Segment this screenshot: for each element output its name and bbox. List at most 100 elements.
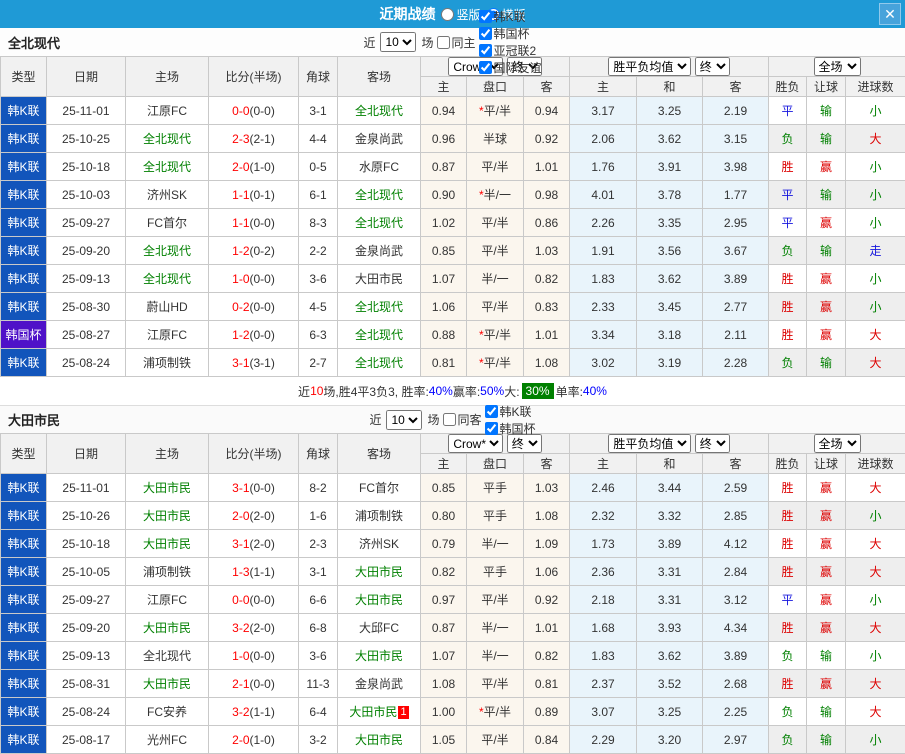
avg-stage-select[interactable]: 终 (695, 57, 730, 76)
corners-cell: 1-6 (299, 502, 338, 530)
match-row: 韩K联25-08-31大田市民2-1(0-0)11-3金泉尚武1.08平/半0.… (1, 670, 905, 698)
avg-draw-cell: 3.52 (637, 670, 703, 698)
date-cell: 25-11-01 (47, 97, 126, 125)
league-checkbox-input[interactable] (479, 44, 492, 57)
vertical-radio-input[interactable] (441, 8, 454, 21)
league-checkbox-input[interactable] (485, 422, 498, 435)
league-cell: 韩K联 (1, 474, 47, 502)
league-cell: 韩K联 (1, 586, 47, 614)
league-checkbox-input[interactable] (479, 10, 492, 23)
league-filter-checkbox[interactable]: 韩K联 (484, 403, 536, 420)
date-cell: 25-10-03 (47, 181, 126, 209)
handicap-cell: 平/半 (467, 670, 524, 698)
result-cell: 负 (769, 642, 807, 670)
odds-away-cell: 1.01 (524, 321, 570, 349)
handicap-cell: 半/一 (467, 642, 524, 670)
league-cell: 韩K联 (1, 558, 47, 586)
goals-cell: 小 (846, 209, 905, 237)
odds-company-select[interactable]: Crow* (448, 434, 503, 453)
avg-type-select[interactable]: 胜平负均值 (608, 434, 691, 453)
layout-radio-vertical[interactable]: 竖版 (441, 6, 480, 23)
handicap-result-cell: 赢 (807, 293, 846, 321)
league-checkbox-input[interactable] (485, 405, 498, 418)
avg-away-cell: 2.11 (703, 321, 769, 349)
handicap-cell: 半球 (467, 125, 524, 153)
home-team-cell: 全北现代 (126, 125, 209, 153)
home-team-cell: 江原FC (126, 97, 209, 125)
goals-cell: 小 (846, 586, 905, 614)
league-filter-checkbox[interactable]: 韩国杯 (478, 25, 542, 42)
col-date: 日期 (47, 57, 126, 97)
team1-filter-row: 全北现代 近 10 场 同主 韩K联韩国杯亚冠联2国际友谊 (0, 28, 905, 56)
home-team-cell: 全北现代 (126, 153, 209, 181)
home-team-cell: FC安养 (126, 698, 209, 726)
away-team-cell: 全北现代 (338, 97, 421, 125)
date-cell: 25-08-30 (47, 293, 126, 321)
handicap-cell: 半/一 (467, 530, 524, 558)
summary-segment: 场,胜4平3负3, 胜率: (323, 383, 428, 400)
home-team-cell: 大田市民 (126, 474, 209, 502)
league-filter-checkbox[interactable]: 国际友谊 (478, 59, 542, 76)
league-filter-checkbox[interactable]: 韩国杯 (484, 420, 536, 437)
result-cell: 负 (769, 237, 807, 265)
corners-cell: 3-2 (299, 726, 338, 754)
corners-cell: 8-3 (299, 209, 338, 237)
avg-home-cell: 3.02 (570, 349, 637, 377)
col-handicap-result: 让球 (807, 77, 846, 97)
avg-home-cell: 1.83 (570, 642, 637, 670)
goals-cell: 小 (846, 97, 905, 125)
avg-type-select[interactable]: 胜平负均值 (608, 57, 691, 76)
date-cell: 25-10-18 (47, 530, 126, 558)
score-cell: 0-2(0-0) (209, 293, 299, 321)
handicap-result-cell: 赢 (807, 209, 846, 237)
league-checkbox-input[interactable] (479, 61, 492, 74)
league-filter-checkbox[interactable]: 亚冠联2 (478, 42, 542, 59)
team1-same-home-checkbox[interactable]: 同主 (436, 34, 476, 51)
avg-home-cell: 2.32 (570, 502, 637, 530)
handicap-cell: 平/半 (467, 586, 524, 614)
home-team-cell: 大田市民 (126, 614, 209, 642)
corners-cell: 6-4 (299, 698, 338, 726)
same-home-input[interactable] (437, 36, 450, 49)
score-cell: 1-2(0-2) (209, 237, 299, 265)
goals-cell: 大 (846, 349, 905, 377)
avg-draw-cell: 3.62 (637, 642, 703, 670)
odds-stage-select[interactable]: 终 (507, 434, 542, 453)
odds-group-header: Crow* 终 (421, 434, 570, 454)
col-corners: 角球 (299, 434, 338, 474)
league-cell: 韩K联 (1, 293, 47, 321)
team1-match-count-select[interactable]: 10 (380, 32, 416, 52)
handicap-cell: 半/一 (467, 614, 524, 642)
team2-match-count-select[interactable]: 10 (386, 410, 422, 430)
corners-cell: 3-1 (299, 97, 338, 125)
result-cell: 胜 (769, 530, 807, 558)
avg-away-cell: 2.77 (703, 293, 769, 321)
match-row: 韩K联25-08-24FC安养3-2(1-1)6-4大田市民11.00*平/半0… (1, 698, 905, 726)
handicap-result-cell: 赢 (807, 614, 846, 642)
avg-draw-cell: 3.44 (637, 474, 703, 502)
league-cell: 韩K联 (1, 209, 47, 237)
avg-stage-select[interactable]: 终 (695, 434, 730, 453)
league-filter-checkbox[interactable]: 韩K联 (478, 8, 542, 25)
team2-same-away-checkbox[interactable]: 同客 (442, 411, 482, 428)
handicap-cell: 平手 (467, 474, 524, 502)
games-label: 场 (427, 411, 439, 428)
league-checkbox-input[interactable] (479, 27, 492, 40)
avg-away-cell: 2.97 (703, 726, 769, 754)
fulltime-select[interactable]: 全场 (814, 434, 861, 453)
handicap-result-cell: 输 (807, 726, 846, 754)
goals-cell: 走 (846, 237, 905, 265)
score-cell: 2-1(0-0) (209, 670, 299, 698)
goals-cell: 小 (846, 265, 905, 293)
avg-home-cell: 1.68 (570, 614, 637, 642)
handicap-cell: 平手 (467, 558, 524, 586)
fulltime-select[interactable]: 全场 (814, 57, 861, 76)
avg-away-cell: 3.67 (703, 237, 769, 265)
score-cell: 3-2(1-1) (209, 698, 299, 726)
avg-group-header: 胜平负均值 终 (570, 434, 769, 454)
col-odds-handicap: 盘口 (467, 454, 524, 474)
summary-segment: 近 (298, 383, 310, 400)
close-icon[interactable]: ✕ (879, 3, 901, 25)
score-cell: 0-0(0-0) (209, 97, 299, 125)
same-away-input[interactable] (443, 413, 456, 426)
